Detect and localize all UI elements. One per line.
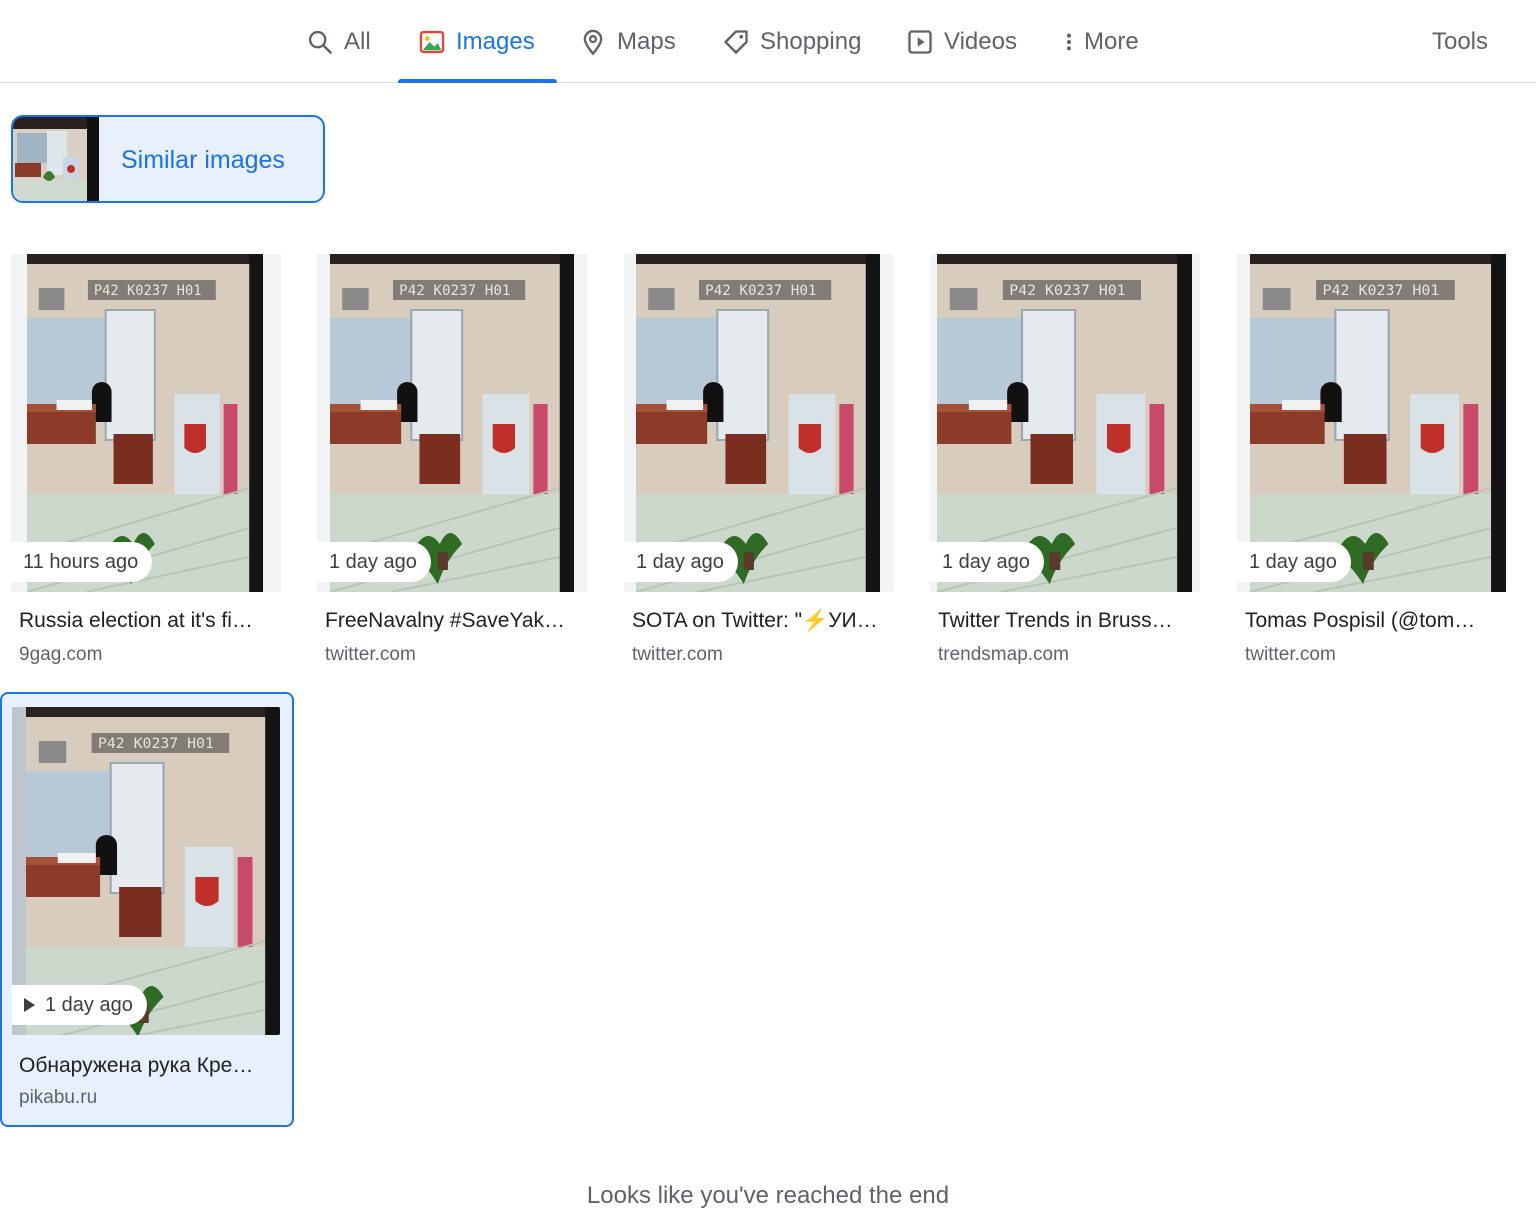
more-vert-icon — [1066, 33, 1072, 50]
result-card[interactable]: P42 K0237 H01 1 day ago Twitter Trends i… — [930, 254, 1200, 684]
play-icon — [24, 998, 35, 1012]
tools-button[interactable]: Tools — [1432, 0, 1488, 83]
result-source[interactable]: trendsmap.com — [938, 644, 1069, 666]
result-card[interactable]: P42 K0237 H01 1 day ago SOTA on Twitter:… — [624, 254, 894, 684]
tag-icon — [724, 29, 748, 54]
result-card[interactable]: P42 K0237 H01 1 day ago FreeNavalny #Sav… — [317, 254, 587, 684]
camera-overlay-text: P42 K0237 H01 — [705, 283, 816, 299]
result-title[interactable]: SOTA on Twitter: "⚡УИ… — [632, 609, 888, 633]
camera-overlay-text: P42 K0237 H01 — [98, 736, 214, 752]
tab-label: All — [344, 27, 371, 55]
result-source[interactable]: 9gag.com — [19, 644, 102, 666]
similar-images-thumbnail — [13, 117, 99, 201]
tab-maps[interactable]: Maps — [579, 0, 676, 83]
camera-overlay-text: P42 K0237 H01 — [1323, 283, 1440, 298]
result-source[interactable]: twitter.com — [325, 644, 416, 666]
similar-images-label: Similar images — [121, 145, 285, 174]
result-card[interactable]: P42 K0237 H01 1 day ago Tomas Pospisil (… — [1237, 254, 1507, 684]
image-icon — [419, 30, 445, 53]
search-icon — [308, 30, 332, 54]
play-square-icon — [908, 29, 932, 54]
result-source[interactable]: pikabu.ru — [19, 1087, 97, 1109]
tab-label: Maps — [617, 27, 676, 55]
time-badge: 1 day ago — [12, 985, 147, 1025]
time-label: 1 day ago — [329, 550, 417, 573]
time-badge: 1 day ago — [930, 542, 1044, 582]
result-title[interactable]: Russia election at it's fi… — [19, 609, 275, 633]
result-image[interactable]: P42 K0237 H01 1 day ago — [624, 254, 894, 592]
time-badge: 11 hours ago — [11, 542, 153, 582]
result-card-selected[interactable]: P42 K0237 H01 1 day ago Обнаружена рука … — [0, 692, 294, 1127]
tab-images[interactable]: Images — [398, 0, 557, 83]
time-badge: 1 day ago — [624, 542, 738, 582]
tab-all[interactable]: All — [306, 0, 371, 83]
time-badge: 1 day ago — [1237, 542, 1351, 582]
result-image[interactable]: P42 K0237 H01 1 day ago — [12, 707, 280, 1035]
result-title[interactable]: Tomas Pospisil (@tom… — [1245, 609, 1501, 633]
result-title[interactable]: FreeNavalny #SaveYak… — [325, 609, 581, 633]
time-badge: 1 day ago — [317, 542, 431, 582]
time-label: 1 day ago — [1249, 550, 1337, 573]
search-tabs-bar: All Images Maps Shopping Videos More Too… — [0, 0, 1536, 83]
time-label: 1 day ago — [45, 993, 133, 1016]
tab-more[interactable]: More — [1058, 0, 1139, 83]
time-label: 11 hours ago — [23, 550, 139, 573]
result-image[interactable]: P42 K0237 H01 1 day ago — [317, 254, 587, 592]
tab-label: More — [1084, 27, 1139, 55]
end-of-results-message: Looks like you've reached the end — [586, 1182, 950, 1209]
camera-overlay-text: P42 K0237 H01 — [94, 283, 202, 299]
result-source[interactable]: twitter.com — [632, 644, 723, 666]
camera-overlay-text: P42 K0237 H01 — [399, 283, 510, 299]
tab-label: Images — [456, 27, 535, 55]
time-label: 1 day ago — [942, 550, 1030, 573]
result-image[interactable]: P42 K0237 H01 1 day ago — [930, 254, 1200, 592]
similar-images-chip[interactable]: Similar images — [11, 115, 325, 203]
result-title[interactable]: Twitter Trends in Bruss… — [938, 609, 1194, 633]
result-image[interactable]: P42 K0237 H01 11 hours ago — [11, 254, 281, 592]
result-source[interactable]: twitter.com — [1245, 644, 1336, 666]
tab-videos[interactable]: Videos — [906, 0, 1017, 83]
tab-label: Shopping — [760, 27, 862, 55]
result-card[interactable]: P42 K0237 H01 11 hours ago Russia electi… — [11, 254, 281, 684]
map-pin-icon — [583, 29, 603, 55]
tab-label: Videos — [944, 27, 1017, 55]
result-title[interactable]: Обнаружена рука Кре… — [19, 1054, 275, 1078]
time-label: 1 day ago — [636, 550, 724, 573]
camera-overlay-text: P42 K0237 H01 — [1009, 283, 1125, 299]
result-image[interactable]: P42 K0237 H01 1 day ago — [1237, 254, 1507, 592]
tab-shopping[interactable]: Shopping — [722, 0, 861, 83]
